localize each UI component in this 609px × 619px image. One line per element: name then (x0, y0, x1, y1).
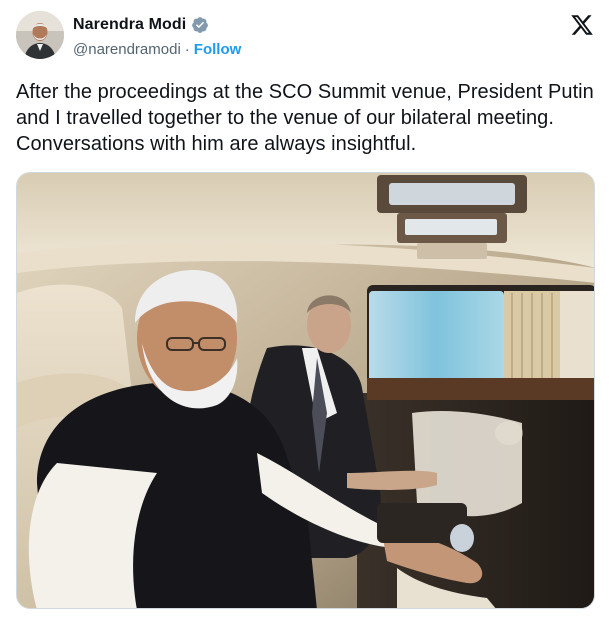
avatar-image (16, 11, 64, 59)
follow-button[interactable]: Follow (194, 41, 242, 58)
author-block: Narendra Modi @narendramodi · Follow (73, 14, 241, 58)
tweet-card: Narendra Modi @narendramodi · Follow Aft… (0, 0, 609, 619)
author-display-name[interactable]: Narendra Modi (73, 16, 186, 34)
tweet-text: After the proceedings at the SCO Summit … (16, 81, 594, 155)
tweet-photo[interactable] (16, 172, 595, 609)
avatar[interactable] (16, 11, 64, 59)
car-interior-photo (17, 173, 594, 608)
author-handle[interactable]: @narendramodi (73, 41, 181, 58)
verified-badge-icon (191, 16, 209, 34)
separator-dot: · (184, 41, 190, 58)
x-logo-icon[interactable] (570, 13, 594, 37)
